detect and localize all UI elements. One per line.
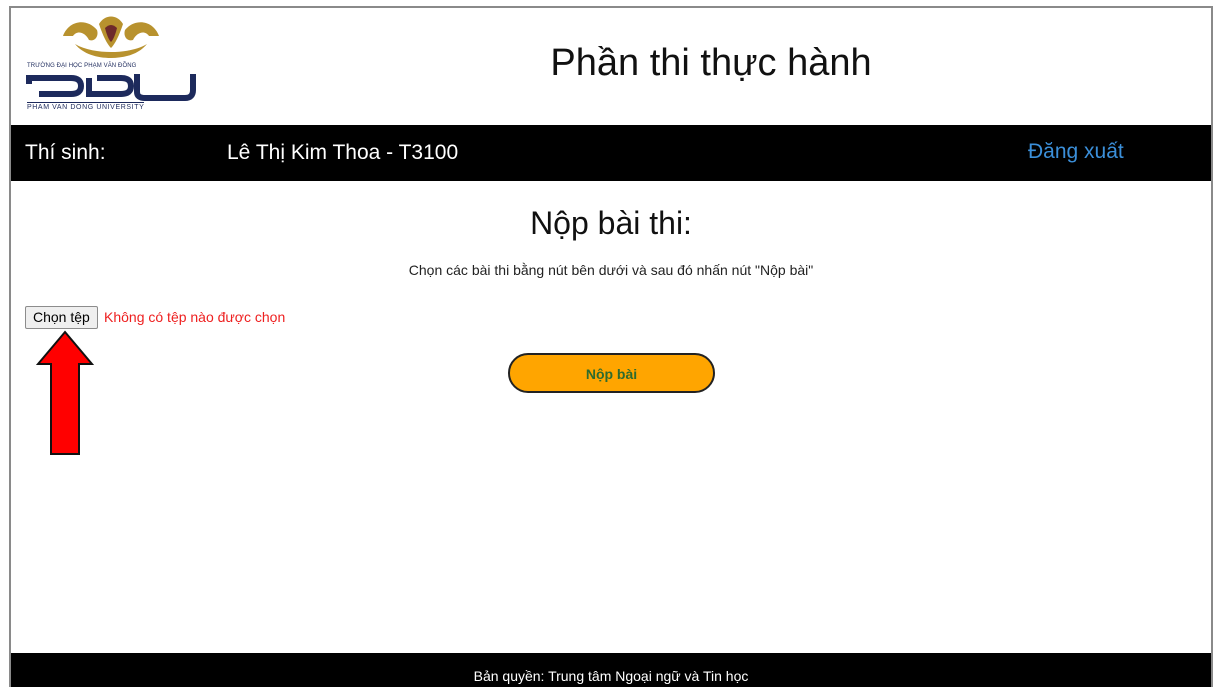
logo-bottom-text: PHAM VAN DONG UNIVERSITY [27, 102, 145, 111]
top-navbar: Thí sinh: Lê Thị Kim Thoa - T3100 Đăng x… [11, 125, 1211, 181]
candidate-name: Lê Thị Kim Thoa - T3100 [227, 141, 459, 164]
choose-file-button[interactable]: Chọn tệp [25, 306, 98, 329]
instructions-text: Chọn các bài thi bằng nút bên dưới và sa… [408, 262, 814, 278]
submit-button[interactable]: Nộp bài [508, 353, 715, 393]
file-status-text: Không có tệp nào được chọn [104, 309, 286, 325]
copyright-text: Bản quyền: Trung tâm Ngoại ngữ và Tin họ… [473, 668, 749, 684]
section-title: Nộp bài thi: [530, 205, 692, 241]
up-arrow-icon [36, 330, 94, 455]
page-title: Phần thi thực hành [550, 42, 872, 84]
page-footer: Bản quyền: Trung tâm Ngoại ngữ và Tin họ… [11, 653, 1211, 687]
page-header: TRƯỜNG ĐẠI HỌC PHẠM VĂN ĐỒNG PHAM VAN DO… [11, 8, 1211, 125]
candidate-label: Thí sinh: [25, 141, 106, 164]
logout-link[interactable]: Đăng xuất [1028, 140, 1124, 164]
